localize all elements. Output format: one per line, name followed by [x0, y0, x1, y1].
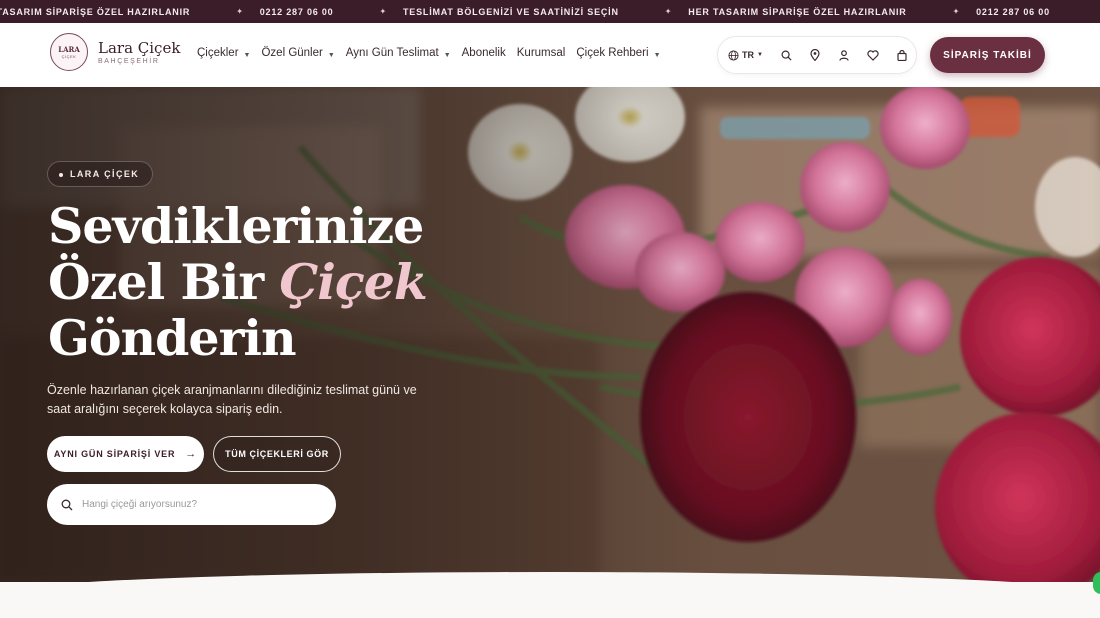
whatsapp-chat-tab[interactable]: [1093, 572, 1100, 594]
account-button[interactable]: [829, 41, 858, 70]
sparkle-icon: ✦: [664, 7, 673, 16]
ticker-text: HER TASARIM SİPARİŞE ÖZEL HAZIRLANIR: [688, 6, 907, 17]
header-toolbar: TR ▼: [717, 36, 917, 74]
nav-item-cicek-rehberi[interactable]: Çiçek Rehberi ▼: [576, 47, 660, 59]
search-icon: [61, 499, 73, 510]
all-flowers-button[interactable]: TÜM ÇİÇEKLERİ GÖR: [213, 436, 341, 472]
nav-item-ozel-gunler[interactable]: Özel Günler ▼: [261, 47, 334, 59]
ticker-text: 0212 287 06 00: [976, 6, 1050, 17]
ticker-text: TESLİMAT BÖLGENİZİ VE SAATİNİZİ SEÇİN: [403, 6, 619, 17]
search-button[interactable]: [772, 41, 801, 70]
button-label: AYNI GÜN SİPARİŞİ VER: [53, 449, 176, 459]
site-header: LARA ÇİÇEK Lara Çiçek BAHÇEŞEHİR Çiçekle…: [0, 23, 1100, 87]
shopping-bag-icon: [896, 49, 907, 61]
ticker-text: R TASARIM SİPARİŞE ÖZEL HAZIRLANIR: [0, 6, 191, 17]
search-icon: [781, 50, 792, 61]
chevron-down-icon: ▼: [443, 51, 451, 59]
nav-label: Abonelik: [461, 47, 506, 59]
nav-item-abonelik[interactable]: Abonelik: [462, 47, 506, 59]
arrow-right-icon: →: [185, 448, 198, 460]
hero-title-line-1: Sevdiklerinize: [48, 197, 424, 255]
hero-tag: LARA ÇİÇEK: [47, 161, 154, 187]
ticker-item: 0212 287 06 00: [976, 7, 1050, 17]
heart-icon: [867, 49, 879, 61]
order-tracking-button[interactable]: SİPARİŞ TAKİBİ: [930, 37, 1045, 73]
nav-label: Çiçekler: [197, 47, 239, 59]
user-icon: [839, 49, 849, 61]
hero-tag-label: LARA ÇİÇEK: [70, 169, 140, 179]
nav-label: Kurumsal: [516, 47, 566, 59]
logo-badge: LARA ÇİÇEK: [50, 33, 88, 71]
nav-item-kurumsal[interactable]: Kurumsal: [517, 47, 566, 59]
location-pin-icon: [810, 49, 820, 61]
nav-item-cicekler[interactable]: Çiçekler ▼: [197, 47, 250, 59]
search-input[interactable]: [82, 499, 312, 510]
dot-icon: [59, 173, 63, 177]
chevron-down-icon: ▼: [243, 51, 251, 59]
sparkle-icon: ✦: [952, 7, 961, 16]
location-button[interactable]: [801, 41, 830, 70]
ticker-item: 0212 287 06 00: [260, 7, 334, 17]
chevron-down-icon: ▼: [757, 52, 763, 58]
logo-badge-text: LARA: [58, 44, 80, 54]
hero-title-script: Çiçek: [279, 253, 428, 311]
logo-subtitle: BAHÇEŞEHİR: [98, 58, 160, 65]
language-label: TR: [742, 50, 754, 60]
ticker-item: TESLİMAT BÖLGENİZİ VE SAATİNİZİ SEÇİN: [403, 7, 619, 17]
hero-title: Sevdiklerinize Özel Bir Çiçek Gönderin: [48, 198, 428, 366]
announcement-ticker: R TASARIM SİPARİŞE ÖZEL HAZIRLANIR ✦ 021…: [0, 0, 1100, 23]
logo-name: Lara Çiçek: [98, 39, 181, 57]
logo-badge-subtext: ÇİÇEK: [61, 53, 77, 59]
language-selector[interactable]: TR ▼: [728, 49, 772, 61]
chevron-down-icon: ▼: [653, 51, 661, 59]
nav-label: Çiçek Rehberi: [576, 47, 649, 59]
ticker-item: R TASARIM SİPARİŞE ÖZEL HAZIRLANIR: [0, 7, 190, 17]
ticker-track: R TASARIM SİPARİŞE ÖZEL HAZIRLANIR ✦ 021…: [0, 7, 1050, 17]
button-label: TÜM ÇİÇEKLERİ GÖR: [225, 449, 329, 459]
wishlist-button[interactable]: [858, 41, 887, 70]
hero-title-line-2: Özel Bir: [48, 253, 280, 311]
nav-label: Aynı Gün Teslimat: [345, 47, 439, 59]
hero-title-line-3: Gönderin: [48, 309, 297, 367]
same-day-order-button[interactable]: AYNI GÜN SİPARİŞİ VER →: [47, 436, 204, 472]
globe-icon: [728, 49, 739, 61]
nav-item-ayni-gun-teslimat[interactable]: Aynı Gün Teslimat ▼: [346, 47, 451, 59]
main-nav: Çiçekler ▼ Özel Günler ▼ Aynı Gün Teslimat…: [197, 47, 672, 59]
chevron-down-icon: ▼: [327, 51, 335, 59]
logo-text: Lara Çiçek BAHÇEŞEHİR: [98, 39, 180, 65]
ticker-item: HER TASARIM SİPARİŞE ÖZEL HAZIRLANIR: [688, 7, 906, 17]
cart-button[interactable]: [887, 41, 916, 70]
hero-description: Özenle hazırlanan çiçek aranjmanlarını d…: [47, 383, 417, 416]
hero-bottom-curve: [0, 572, 1100, 618]
sparkle-icon: ✦: [236, 7, 244, 16]
nav-label: Özel Günler: [261, 47, 323, 59]
ticker-text: 0212 287 06 00: [259, 6, 334, 17]
hero-search-bar: [47, 484, 336, 525]
logo[interactable]: LARA ÇİÇEK Lara Çiçek BAHÇEŞEHİR: [50, 33, 180, 71]
sparkle-icon: ✦: [379, 7, 387, 16]
